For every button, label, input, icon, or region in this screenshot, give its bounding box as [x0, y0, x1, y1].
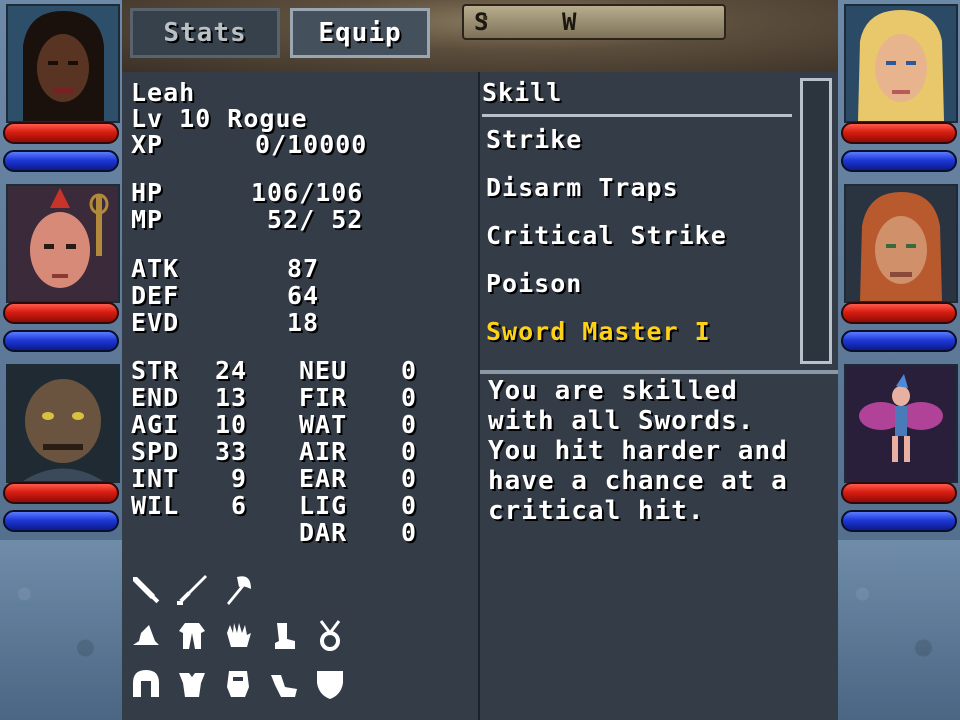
party-4-bars	[841, 122, 957, 178]
description-line: critical hit.	[488, 496, 705, 526]
description-line: with all Swords.	[488, 406, 755, 436]
def-label: DEF	[131, 281, 180, 310]
skill-item-critical-strike[interactable]: Critical Strike	[486, 221, 727, 250]
party-4-hp-bar	[841, 122, 957, 144]
hp-label: HP	[131, 178, 164, 207]
amulet-icon	[312, 618, 348, 654]
skill-item-disarm-traps[interactable]: Disarm Traps	[486, 173, 679, 202]
def-value: 64	[287, 281, 320, 310]
hat-icon	[128, 618, 164, 654]
left-column-decoration	[0, 540, 122, 720]
evd-value: 18	[287, 308, 320, 337]
resist-label: AIR	[299, 437, 348, 466]
party-5-hp-bar	[841, 302, 957, 324]
resist-label: NEU	[299, 356, 348, 385]
armor-icon	[174, 666, 210, 702]
dagger-icon	[128, 572, 164, 608]
attr-label: END	[131, 383, 180, 412]
attr-label: INT	[131, 464, 180, 493]
attr-label: SPD	[131, 437, 180, 466]
skill-item-strike[interactable]: Strike	[486, 125, 582, 154]
party-6-hp-bar	[841, 482, 957, 504]
greaves-icon	[266, 666, 302, 702]
description-line: You hit harder and	[488, 436, 788, 466]
attr-value: 13	[215, 383, 248, 412]
resist-label: EAR	[299, 464, 348, 493]
description-line: have a chance at a	[488, 466, 788, 496]
party-1-mp-bar	[3, 150, 119, 172]
helmet-icon	[128, 666, 164, 702]
attr-value: 24	[215, 356, 248, 385]
xp-label: XP	[131, 130, 164, 159]
attr-label: AGI	[131, 410, 180, 439]
party-1-bars	[3, 122, 119, 178]
party-5-mp-bar	[841, 330, 957, 352]
sword-icon	[174, 572, 210, 608]
boot-icon	[266, 618, 302, 654]
party-2-bars	[3, 302, 119, 358]
xp-value: 0/10000	[255, 130, 368, 159]
party-portrait-3[interactable]	[6, 364, 120, 483]
party-portrait-1[interactable]	[6, 4, 120, 123]
skill-item-sword-master-i[interactable]: Sword Master I	[486, 317, 711, 346]
tab-equip[interactable]: Equip	[290, 8, 430, 58]
resist-value: 0	[401, 356, 418, 385]
axe-icon	[220, 572, 256, 608]
party-3-bars	[3, 482, 119, 538]
party-6-mp-bar	[841, 510, 957, 532]
attr-label: STR	[131, 356, 180, 385]
resist-value: 0	[401, 491, 418, 520]
attr-value: 10	[215, 410, 248, 439]
mp-value: 52/ 52	[267, 205, 364, 234]
evd-label: EVD	[131, 308, 180, 337]
tab-stats[interactable]: Stats	[130, 8, 280, 58]
glove-icon	[220, 618, 256, 654]
resist-value: 0	[401, 464, 418, 493]
resist-value: 0	[401, 383, 418, 412]
character-name: Leah	[131, 78, 196, 107]
resist-label: FIR	[299, 383, 348, 412]
party-3-mp-bar	[3, 510, 119, 532]
party-portrait-6[interactable]	[844, 364, 958, 483]
party-4-mp-bar	[841, 150, 957, 172]
resist-value: 0	[401, 518, 418, 547]
robe-icon	[174, 618, 210, 654]
resist-label: DAR	[299, 518, 348, 547]
party-3-hp-bar	[3, 482, 119, 504]
attr-value: 9	[231, 464, 248, 493]
compass-south: S	[474, 8, 489, 36]
party-portrait-2[interactable]	[6, 184, 120, 303]
party-portrait-5[interactable]	[844, 184, 958, 303]
attr-value: 6	[231, 491, 248, 520]
shield-icon	[312, 666, 348, 702]
hp-value: 106/106	[251, 178, 364, 207]
party-1-hp-bar	[3, 122, 119, 144]
attr-value: 33	[215, 437, 248, 466]
party-2-hp-bar	[3, 302, 119, 324]
resist-value: 0	[401, 437, 418, 466]
compass-strip: · S W	[462, 4, 726, 40]
attr-label: WIL	[131, 491, 180, 520]
character-level-class: Lv 10 Rogue	[131, 104, 308, 133]
right-column-decoration	[838, 540, 960, 720]
party-portrait-4[interactable]	[844, 4, 958, 123]
left-party-column	[0, 0, 122, 720]
atk-value: 87	[287, 254, 320, 283]
resist-value: 0	[401, 410, 418, 439]
party-6-bars	[841, 482, 957, 538]
party-5-bars	[841, 302, 957, 358]
mp-label: MP	[131, 205, 164, 234]
atk-label: ATK	[131, 254, 180, 283]
resist-label: WAT	[299, 410, 348, 439]
skill-header: Skill	[482, 78, 792, 117]
compass-west: W	[562, 8, 577, 36]
skill-scrollbar[interactable]	[800, 78, 832, 364]
gauntlet-icon	[220, 666, 256, 702]
description-line: You are skilled	[488, 376, 738, 406]
resist-label: LIG	[299, 491, 348, 520]
party-2-mp-bar	[3, 330, 119, 352]
skill-item-poison[interactable]: Poison	[486, 269, 582, 298]
right-party-column	[838, 0, 960, 720]
